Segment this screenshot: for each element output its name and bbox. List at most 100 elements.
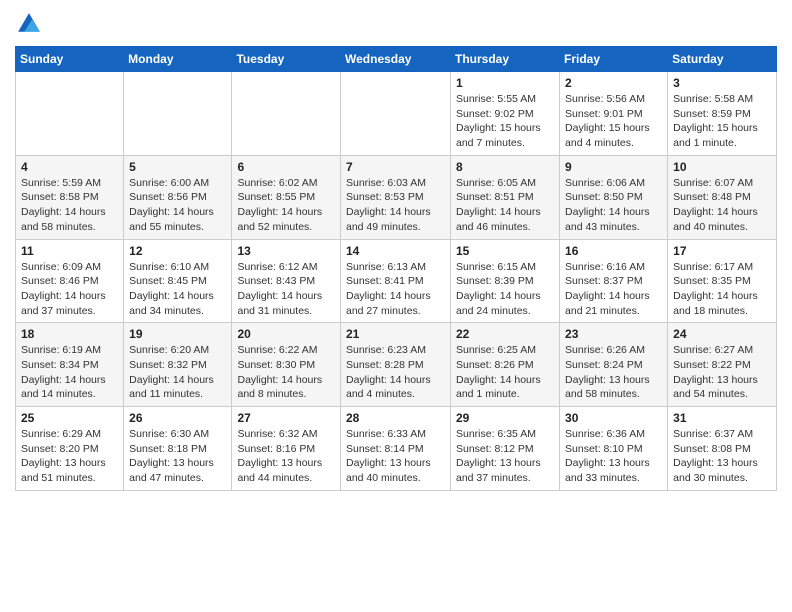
day-info: Sunrise: 6:35 AM Sunset: 8:12 PM Dayligh… xyxy=(456,427,554,486)
week-row-2: 11 Sunrise: 6:09 AM Sunset: 8:46 PM Dayli… xyxy=(16,239,777,323)
day-info: Sunrise: 6:13 AM Sunset: 8:41 PM Dayligh… xyxy=(346,260,445,319)
day-info: Sunrise: 6:15 AM Sunset: 8:39 PM Dayligh… xyxy=(456,260,554,319)
calendar-cell: 31 Sunrise: 6:37 AM Sunset: 8:08 PM Dayli… xyxy=(668,407,777,491)
calendar-cell: 8 Sunrise: 6:05 AM Sunset: 8:51 PM Daylig… xyxy=(451,155,560,239)
calendar: SundayMondayTuesdayWednesdayThursdayFrid… xyxy=(15,46,777,491)
day-number: 22 xyxy=(456,327,554,341)
day-number: 18 xyxy=(21,327,118,341)
day-number: 8 xyxy=(456,160,554,174)
day-info: Sunrise: 6:09 AM Sunset: 8:46 PM Dayligh… xyxy=(21,260,118,319)
calendar-cell: 18 Sunrise: 6:19 AM Sunset: 8:34 PM Dayli… xyxy=(16,323,124,407)
day-info: Sunrise: 6:19 AM Sunset: 8:34 PM Dayligh… xyxy=(21,343,118,402)
logo-icon xyxy=(15,10,43,38)
calendar-cell xyxy=(232,72,341,156)
day-info: Sunrise: 5:56 AM Sunset: 9:01 PM Dayligh… xyxy=(565,92,662,151)
day-info: Sunrise: 6:06 AM Sunset: 8:50 PM Dayligh… xyxy=(565,176,662,235)
week-row-0: 1 Sunrise: 5:55 AM Sunset: 9:02 PM Daylig… xyxy=(16,72,777,156)
calendar-cell: 26 Sunrise: 6:30 AM Sunset: 8:18 PM Dayli… xyxy=(124,407,232,491)
calendar-cell: 27 Sunrise: 6:32 AM Sunset: 8:16 PM Dayli… xyxy=(232,407,341,491)
calendar-cell: 7 Sunrise: 6:03 AM Sunset: 8:53 PM Daylig… xyxy=(341,155,451,239)
day-number: 28 xyxy=(346,411,445,425)
calendar-cell: 12 Sunrise: 6:10 AM Sunset: 8:45 PM Dayli… xyxy=(124,239,232,323)
day-number: 31 xyxy=(673,411,771,425)
weekday-header-thursday: Thursday xyxy=(451,47,560,72)
day-info: Sunrise: 6:25 AM Sunset: 8:26 PM Dayligh… xyxy=(456,343,554,402)
day-number: 30 xyxy=(565,411,662,425)
day-number: 19 xyxy=(129,327,226,341)
day-info: Sunrise: 5:55 AM Sunset: 9:02 PM Dayligh… xyxy=(456,92,554,151)
calendar-cell: 10Sunrise: 6:07 AM Sunset: 8:48 PM Dayli… xyxy=(668,155,777,239)
weekday-row: SundayMondayTuesdayWednesdayThursdayFrid… xyxy=(16,47,777,72)
day-number: 5 xyxy=(129,160,226,174)
page: SundayMondayTuesdayWednesdayThursdayFrid… xyxy=(0,0,792,612)
day-number: 29 xyxy=(456,411,554,425)
day-number: 26 xyxy=(129,411,226,425)
day-number: 20 xyxy=(237,327,335,341)
calendar-cell xyxy=(124,72,232,156)
day-number: 24 xyxy=(673,327,771,341)
calendar-cell: 13Sunrise: 6:12 AM Sunset: 8:43 PM Dayli… xyxy=(232,239,341,323)
day-number: 12 xyxy=(129,244,226,258)
day-number: 17 xyxy=(673,244,771,258)
calendar-cell: 23 Sunrise: 6:26 AM Sunset: 8:24 PM Dayli… xyxy=(560,323,668,407)
calendar-cell: 20Sunrise: 6:22 AM Sunset: 8:30 PM Dayli… xyxy=(232,323,341,407)
calendar-cell: 29 Sunrise: 6:35 AM Sunset: 8:12 PM Dayli… xyxy=(451,407,560,491)
calendar-body: 1 Sunrise: 5:55 AM Sunset: 9:02 PM Daylig… xyxy=(16,72,777,491)
day-number: 25 xyxy=(21,411,118,425)
calendar-cell: 11 Sunrise: 6:09 AM Sunset: 8:46 PM Dayli… xyxy=(16,239,124,323)
calendar-cell xyxy=(16,72,124,156)
calendar-cell: 17 Sunrise: 6:17 AM Sunset: 8:35 PM Dayli… xyxy=(668,239,777,323)
calendar-header: SundayMondayTuesdayWednesdayThursdayFrid… xyxy=(16,47,777,72)
calendar-cell: 24 Sunrise: 6:27 AM Sunset: 8:22 PM Dayli… xyxy=(668,323,777,407)
day-info: Sunrise: 6:02 AM Sunset: 8:55 PM Dayligh… xyxy=(237,176,335,235)
calendar-cell: 21Sunrise: 6:23 AM Sunset: 8:28 PM Dayli… xyxy=(341,323,451,407)
day-info: Sunrise: 6:16 AM Sunset: 8:37 PM Dayligh… xyxy=(565,260,662,319)
day-number: 3 xyxy=(673,76,771,90)
day-info: Sunrise: 5:59 AM Sunset: 8:58 PM Dayligh… xyxy=(21,176,118,235)
day-number: 10 xyxy=(673,160,771,174)
day-info: Sunrise: 6:03 AM Sunset: 8:53 PM Dayligh… xyxy=(346,176,445,235)
weekday-header-tuesday: Tuesday xyxy=(232,47,341,72)
calendar-cell: 15 Sunrise: 6:15 AM Sunset: 8:39 PM Dayli… xyxy=(451,239,560,323)
day-number: 1 xyxy=(456,76,554,90)
header xyxy=(15,10,777,38)
day-info: Sunrise: 6:05 AM Sunset: 8:51 PM Dayligh… xyxy=(456,176,554,235)
day-number: 2 xyxy=(565,76,662,90)
weekday-header-wednesday: Wednesday xyxy=(341,47,451,72)
day-info: Sunrise: 6:00 AM Sunset: 8:56 PM Dayligh… xyxy=(129,176,226,235)
day-info: Sunrise: 6:27 AM Sunset: 8:22 PM Dayligh… xyxy=(673,343,771,402)
weekday-header-saturday: Saturday xyxy=(668,47,777,72)
day-number: 9 xyxy=(565,160,662,174)
day-info: Sunrise: 6:32 AM Sunset: 8:16 PM Dayligh… xyxy=(237,427,335,486)
day-info: Sunrise: 6:30 AM Sunset: 8:18 PM Dayligh… xyxy=(129,427,226,486)
day-info: Sunrise: 6:36 AM Sunset: 8:10 PM Dayligh… xyxy=(565,427,662,486)
week-row-1: 4 Sunrise: 5:59 AM Sunset: 8:58 PM Daylig… xyxy=(16,155,777,239)
calendar-cell: 25 Sunrise: 6:29 AM Sunset: 8:20 PM Dayli… xyxy=(16,407,124,491)
day-info: Sunrise: 6:10 AM Sunset: 8:45 PM Dayligh… xyxy=(129,260,226,319)
weekday-header-friday: Friday xyxy=(560,47,668,72)
day-number: 15 xyxy=(456,244,554,258)
calendar-cell: 16Sunrise: 6:16 AM Sunset: 8:37 PM Dayli… xyxy=(560,239,668,323)
day-number: 27 xyxy=(237,411,335,425)
day-number: 4 xyxy=(21,160,118,174)
day-info: Sunrise: 6:37 AM Sunset: 8:08 PM Dayligh… xyxy=(673,427,771,486)
calendar-cell: 5 Sunrise: 6:00 AM Sunset: 8:56 PM Daylig… xyxy=(124,155,232,239)
calendar-cell: 28Sunrise: 6:33 AM Sunset: 8:14 PM Dayli… xyxy=(341,407,451,491)
calendar-cell xyxy=(341,72,451,156)
day-info: Sunrise: 6:26 AM Sunset: 8:24 PM Dayligh… xyxy=(565,343,662,402)
calendar-cell: 1 Sunrise: 5:55 AM Sunset: 9:02 PM Daylig… xyxy=(451,72,560,156)
calendar-cell: 3 Sunrise: 5:58 AM Sunset: 8:59 PM Daylig… xyxy=(668,72,777,156)
weekday-header-monday: Monday xyxy=(124,47,232,72)
day-info: Sunrise: 6:29 AM Sunset: 8:20 PM Dayligh… xyxy=(21,427,118,486)
day-number: 7 xyxy=(346,160,445,174)
day-number: 6 xyxy=(237,160,335,174)
calendar-cell: 14Sunrise: 6:13 AM Sunset: 8:41 PM Dayli… xyxy=(341,239,451,323)
day-number: 23 xyxy=(565,327,662,341)
day-number: 11 xyxy=(21,244,118,258)
day-info: Sunrise: 6:17 AM Sunset: 8:35 PM Dayligh… xyxy=(673,260,771,319)
logo xyxy=(15,10,47,38)
calendar-cell: 6 Sunrise: 6:02 AM Sunset: 8:55 PM Daylig… xyxy=(232,155,341,239)
day-number: 13 xyxy=(237,244,335,258)
day-info: Sunrise: 5:58 AM Sunset: 8:59 PM Dayligh… xyxy=(673,92,771,151)
calendar-cell: 22 Sunrise: 6:25 AM Sunset: 8:26 PM Dayli… xyxy=(451,323,560,407)
